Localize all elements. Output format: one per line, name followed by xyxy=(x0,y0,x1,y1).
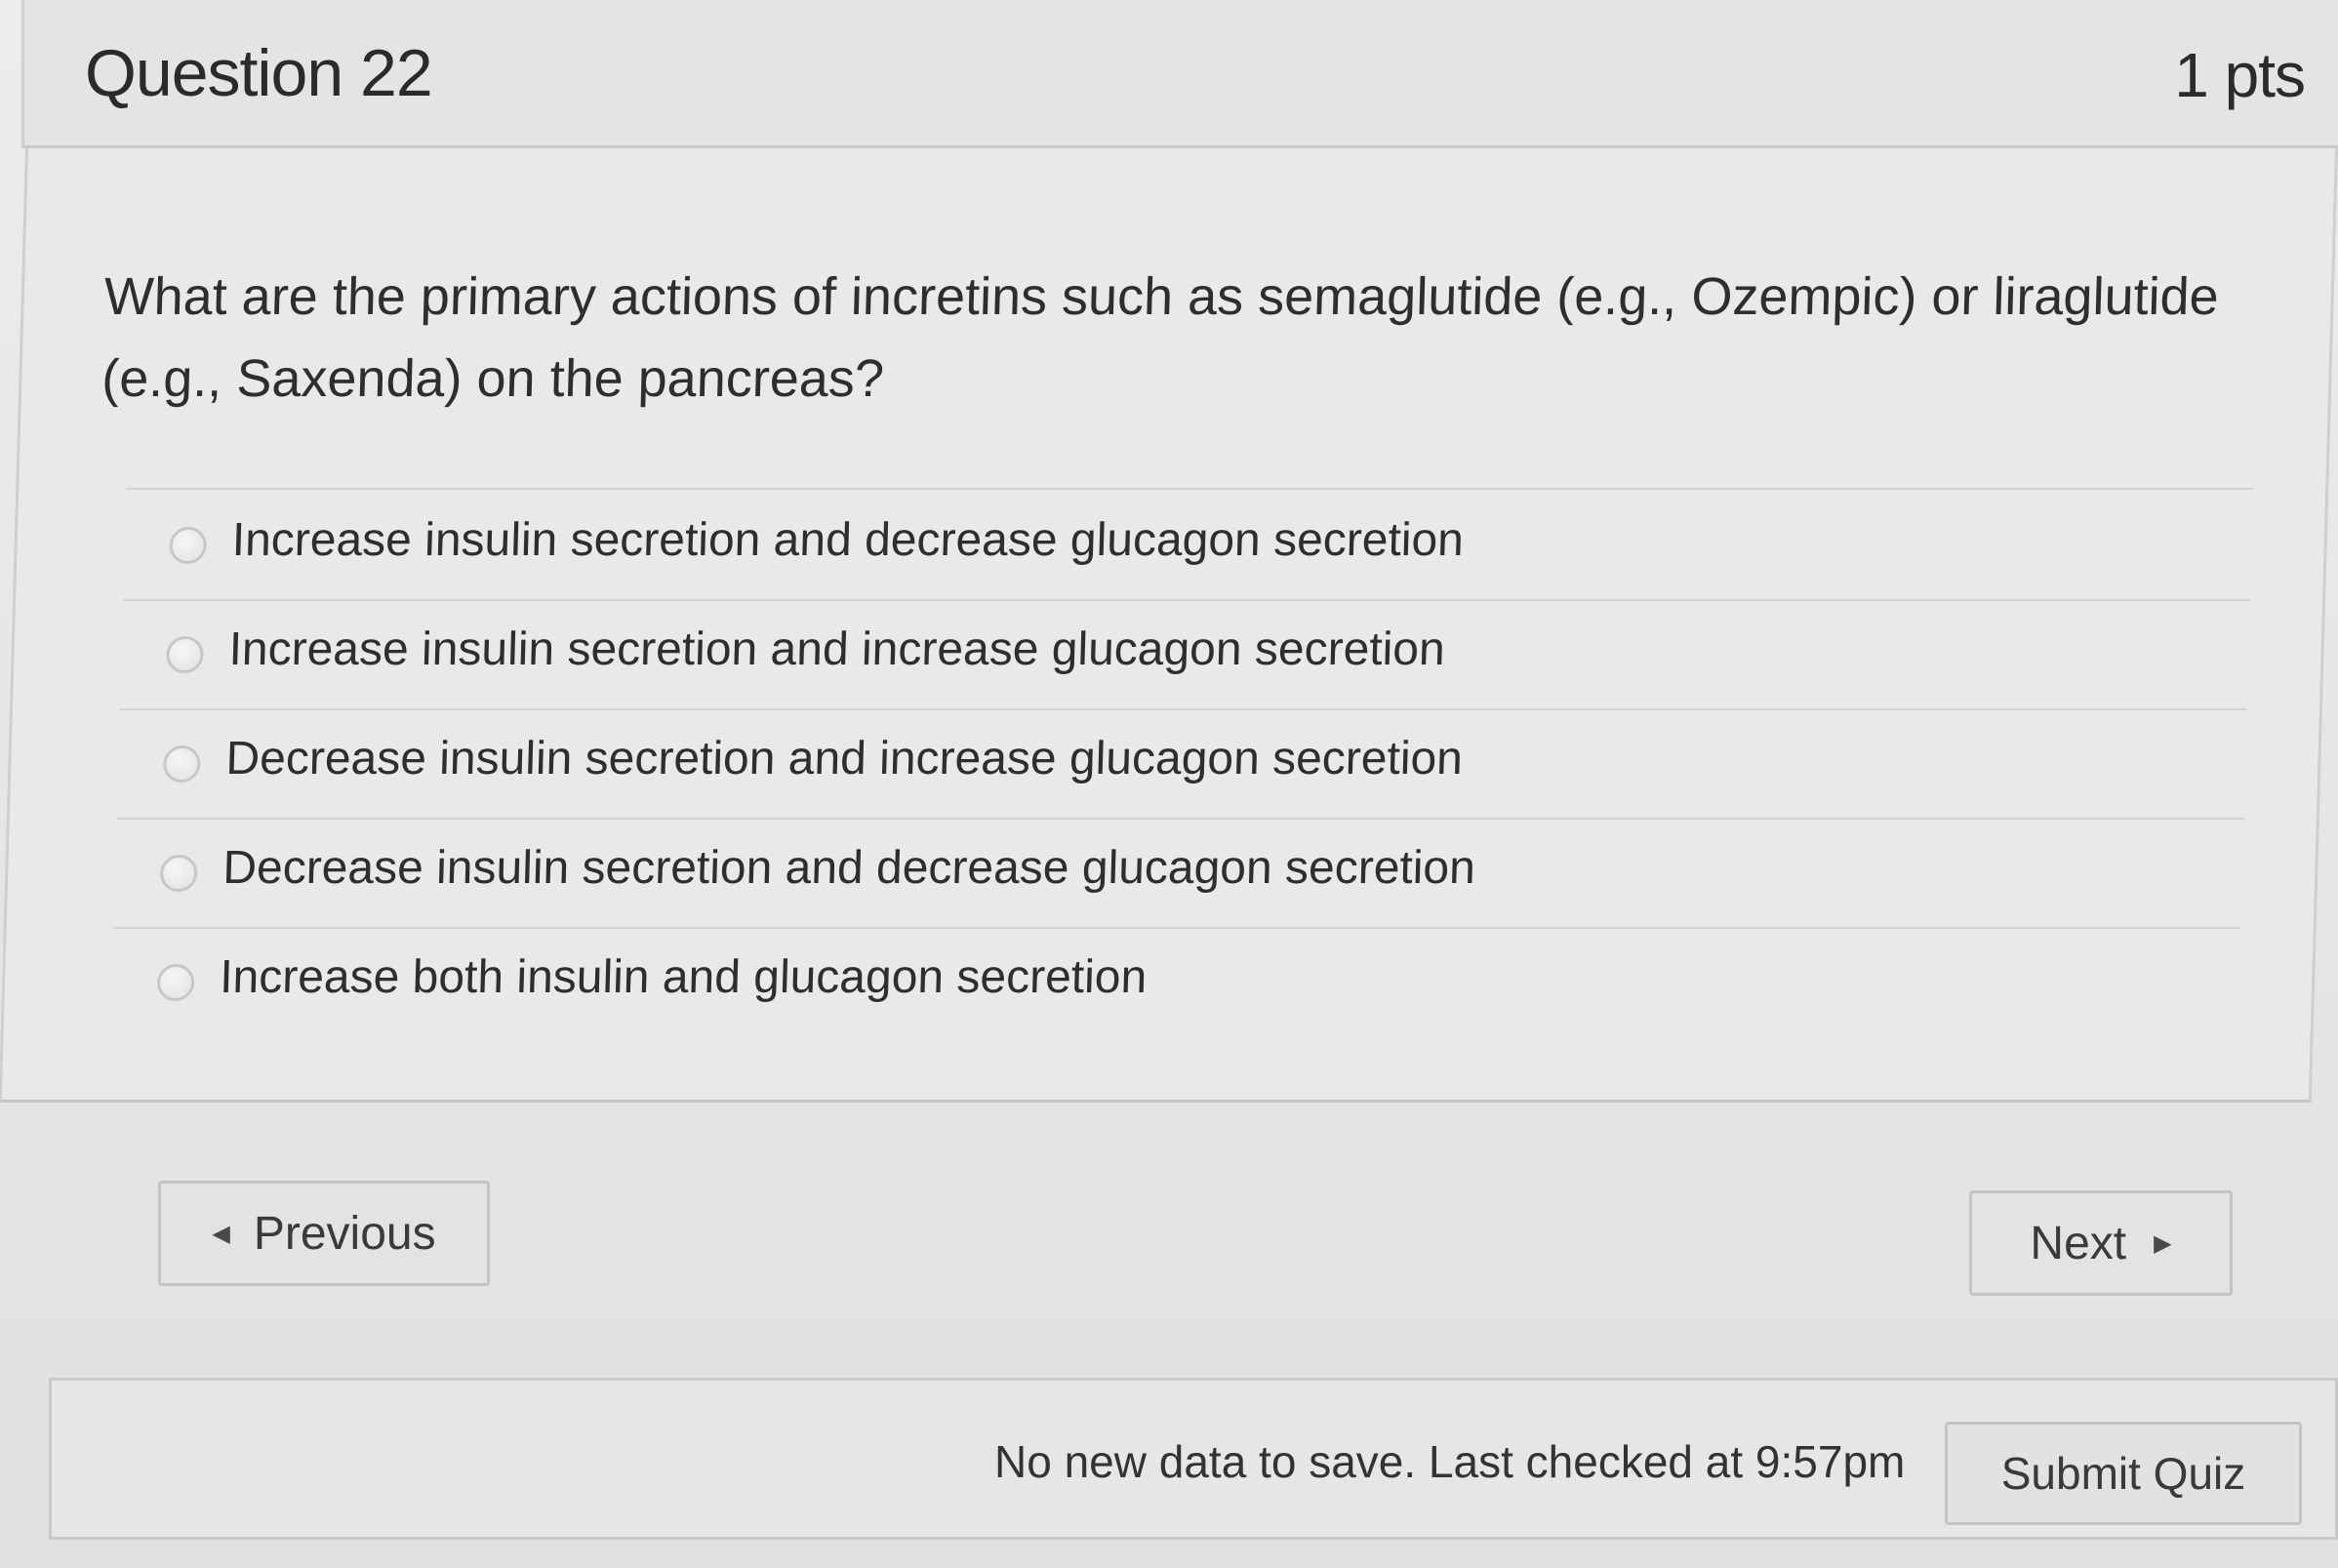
question-title: Question 22 xyxy=(85,36,433,110)
next-button[interactable]: Next ▶ xyxy=(1969,1190,2233,1296)
triangle-right-icon: ▶ xyxy=(2154,1229,2172,1257)
quiz-page: Question 22 1 pts What are the primary a… xyxy=(0,0,2338,1568)
radio-button[interactable] xyxy=(159,855,198,892)
radio-button[interactable] xyxy=(169,527,208,564)
next-label: Next xyxy=(2030,1217,2127,1269)
answer-option[interactable]: Decrease insulin secretion and decrease … xyxy=(113,820,2244,929)
question-points: 1 pts xyxy=(2174,40,2306,110)
save-status-text: No new data to save. Last checked at 9:5… xyxy=(994,1436,1906,1487)
question-divider xyxy=(126,488,2254,490)
answer-label[interactable]: Decrease insulin secretion and decrease … xyxy=(222,841,1476,895)
question-text: What are the primary actions of incretin… xyxy=(101,267,2220,408)
answer-option[interactable]: Increase insulin secretion and decrease … xyxy=(123,492,2254,601)
answer-label[interactable]: Decrease insulin secretion and increase … xyxy=(225,732,1464,785)
triangle-left-icon: ◀ xyxy=(212,1220,230,1247)
answer-label[interactable]: Increase both insulin and glucagon secre… xyxy=(220,950,1149,1004)
quiz-footer: No new data to save. Last checked at 9:5… xyxy=(49,1378,2338,1540)
answer-list: Increase insulin secretion and decrease … xyxy=(111,492,2254,1038)
question-header: Question 22 1 pts xyxy=(21,0,2338,148)
previous-label: Previous xyxy=(253,1207,436,1260)
answer-label[interactable]: Increase insulin secretion and increase … xyxy=(228,623,1446,676)
question-body: What are the primary actions of incretin… xyxy=(0,148,2338,1103)
answer-option[interactable]: Increase both insulin and glucagon secre… xyxy=(111,929,2241,1038)
radio-button[interactable] xyxy=(156,964,195,1001)
radio-button[interactable] xyxy=(165,636,205,673)
previous-button[interactable]: ◀ Previous xyxy=(158,1181,490,1286)
radio-button[interactable] xyxy=(162,745,201,783)
answer-label[interactable]: Increase insulin secretion and decrease … xyxy=(231,513,1465,567)
answer-option[interactable]: Increase insulin secretion and increase … xyxy=(119,601,2251,710)
answer-option[interactable]: Decrease insulin secretion and increase … xyxy=(116,710,2247,820)
submit-quiz-button[interactable]: Submit Quiz xyxy=(1945,1422,2302,1525)
